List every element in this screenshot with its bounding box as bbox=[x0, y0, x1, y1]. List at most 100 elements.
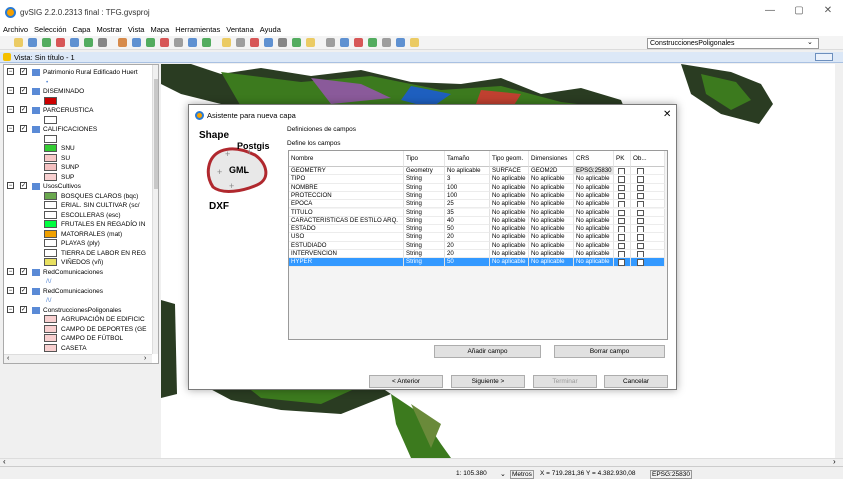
column-header[interactable]: Dimensiones bbox=[529, 151, 574, 167]
table-cell[interactable]: No aplicable bbox=[529, 216, 574, 226]
toolbar-tool-icon[interactable] bbox=[98, 38, 107, 47]
crs-readout[interactable]: EPSG:25830 bbox=[650, 470, 692, 479]
scroll-right-icon[interactable]: › bbox=[833, 457, 836, 466]
toc-row[interactable]: − ✓ RedComunicaciones bbox=[4, 286, 152, 296]
table-cell[interactable]: No aplicable bbox=[529, 175, 574, 184]
table-cell[interactable] bbox=[614, 183, 631, 192]
toolbar-tool-icon[interactable] bbox=[202, 38, 211, 47]
primary-key-checkbox[interactable] bbox=[618, 242, 625, 249]
menu-item-mostrar[interactable]: Mostrar bbox=[93, 24, 124, 35]
column-header[interactable]: Tamaño bbox=[445, 151, 490, 167]
table-cell[interactable] bbox=[631, 175, 665, 184]
table-cell[interactable]: 50 bbox=[445, 258, 490, 267]
table-cell[interactable]: No aplicable bbox=[490, 183, 529, 192]
table-cell[interactable]: String bbox=[404, 250, 445, 259]
table-cell[interactable]: String bbox=[404, 208, 445, 217]
table-cell[interactable]: No aplicable bbox=[490, 258, 529, 267]
toolbar-tool-icon[interactable] bbox=[70, 38, 79, 47]
table-cell[interactable]: No aplicable bbox=[574, 258, 614, 267]
expand-toggle-icon[interactable]: − bbox=[7, 286, 14, 294]
table-cell[interactable]: TÍTULO bbox=[289, 208, 404, 217]
units-select[interactable]: Metros bbox=[510, 470, 534, 479]
layer-visibility-checkbox[interactable]: ✓ bbox=[20, 182, 27, 189]
mandatory-checkbox[interactable] bbox=[637, 201, 644, 208]
table-cell[interactable]: No aplicable bbox=[490, 208, 529, 217]
primary-key-checkbox[interactable] bbox=[618, 234, 625, 241]
menu-item-mapa[interactable]: Mapa bbox=[147, 24, 172, 35]
table-cell[interactable]: String bbox=[404, 216, 445, 226]
primary-key-checkbox[interactable] bbox=[618, 251, 625, 258]
primary-key-checkbox[interactable] bbox=[618, 259, 625, 266]
table-cell[interactable] bbox=[614, 250, 631, 259]
table-cell[interactable] bbox=[614, 216, 631, 226]
menu-item-ventana[interactable]: Ventana bbox=[223, 24, 257, 35]
table-cell[interactable]: No aplicable bbox=[490, 200, 529, 209]
mandatory-checkbox[interactable] bbox=[637, 226, 644, 233]
table-cell[interactable]: NOMBRE bbox=[289, 183, 404, 192]
remove-field-button[interactable]: Borrar campo bbox=[554, 345, 665, 358]
toc-row[interactable]: − ✓ CALIFICACIONES bbox=[4, 125, 152, 134]
layer-visibility-checkbox[interactable]: ✓ bbox=[20, 106, 27, 113]
table-cell[interactable]: 20 bbox=[445, 241, 490, 250]
minimize-button[interactable]: — bbox=[758, 4, 782, 18]
close-icon[interactable]: ✕ bbox=[663, 109, 671, 120]
table-cell[interactable]: String bbox=[404, 175, 445, 184]
chevron-down-icon[interactable]: ⌄ bbox=[807, 38, 813, 46]
table-cell[interactable] bbox=[614, 258, 631, 267]
toolbar-tool-icon[interactable] bbox=[132, 38, 141, 47]
table-cell[interactable]: No aplicable bbox=[529, 258, 574, 267]
table-cell[interactable]: No aplicable bbox=[574, 216, 614, 226]
column-header[interactable]: Tipo geom. bbox=[490, 151, 529, 167]
mandatory-checkbox[interactable] bbox=[637, 217, 644, 225]
toolbar-tool-icon[interactable] bbox=[382, 38, 391, 47]
toolbar-tool-icon[interactable] bbox=[368, 38, 377, 47]
table-cell[interactable]: String bbox=[404, 258, 445, 267]
table-cell[interactable]: EPOCA bbox=[289, 200, 404, 209]
table-cell[interactable] bbox=[614, 233, 631, 242]
toc-row[interactable]: − ✓ ConstruccionesPoligonales bbox=[4, 305, 152, 315]
primary-key-checkbox[interactable] bbox=[618, 192, 625, 200]
table-row[interactable]: EPOCA String 25 No aplicable No aplicable No … bbox=[289, 200, 667, 209]
expand-toggle-icon[interactable]: − bbox=[7, 182, 14, 189]
table-cell[interactable] bbox=[631, 191, 665, 201]
scale-value[interactable]: 1: 105.380 bbox=[456, 470, 487, 477]
table-cell[interactable]: No aplicable bbox=[574, 191, 614, 201]
column-header[interactable]: CRS bbox=[574, 151, 614, 167]
primary-key-checkbox[interactable] bbox=[618, 209, 625, 216]
table-cell[interactable]: No aplicable bbox=[529, 191, 574, 201]
primary-key-checkbox[interactable] bbox=[618, 201, 625, 208]
table-cell[interactable]: No aplicable bbox=[529, 233, 574, 242]
table-cell[interactable]: Geometry bbox=[404, 167, 445, 176]
view-restore-button[interactable] bbox=[815, 53, 833, 61]
table-cell[interactable]: CARACTERÍSTICAS DE ESTILO ARQ. bbox=[289, 216, 404, 226]
layer-visibility-checkbox[interactable]: ✓ bbox=[20, 125, 27, 132]
table-cell[interactable]: No aplicable bbox=[574, 200, 614, 209]
table-cell[interactable] bbox=[614, 208, 631, 217]
table-row[interactable]: CARACTERÍSTICAS DE ESTILO ARQ. String 40 No… bbox=[289, 216, 667, 226]
toolbar-tool-icon[interactable] bbox=[236, 38, 245, 47]
toc-row[interactable]: − ✓ Patrimonio Rural Edificado Huert bbox=[4, 68, 152, 77]
toolbar-tool-icon[interactable] bbox=[84, 38, 93, 47]
table-row[interactable]: HYPER String 50 No aplicable No aplicable No … bbox=[289, 258, 667, 267]
layer-visibility-checkbox[interactable]: ✓ bbox=[20, 286, 27, 294]
expand-toggle-icon[interactable]: − bbox=[7, 305, 14, 313]
table-cell[interactable]: No aplicable bbox=[490, 233, 529, 242]
table-cell[interactable] bbox=[614, 200, 631, 209]
toolbar-tool-icon[interactable] bbox=[410, 38, 419, 47]
primary-key-checkbox[interactable] bbox=[618, 168, 625, 175]
table-cell[interactable]: No aplicable bbox=[529, 250, 574, 259]
toolbar-tool-icon[interactable] bbox=[14, 38, 23, 47]
table-cell[interactable]: No aplicable bbox=[574, 241, 614, 250]
table-cell[interactable]: No aplicable bbox=[574, 250, 614, 259]
table-cell[interactable]: No aplicable bbox=[574, 225, 614, 234]
menu-item-capa[interactable]: Capa bbox=[70, 24, 94, 35]
table-cell[interactable]: No aplicable bbox=[490, 225, 529, 234]
toc-row[interactable]: − ✓ UsosCultivos bbox=[4, 182, 152, 191]
toc-row[interactable]: − ✓ DISEMINADO bbox=[4, 87, 152, 96]
table-cell[interactable]: EPSG:25830 bbox=[574, 167, 614, 176]
table-cell[interactable]: 50 bbox=[445, 225, 490, 234]
table-cell[interactable]: No aplicable bbox=[445, 167, 490, 176]
table-cell[interactable]: No aplicable bbox=[529, 183, 574, 192]
toolbar-tool-icon[interactable] bbox=[160, 38, 169, 47]
toolbar-tool-icon[interactable] bbox=[188, 38, 197, 47]
